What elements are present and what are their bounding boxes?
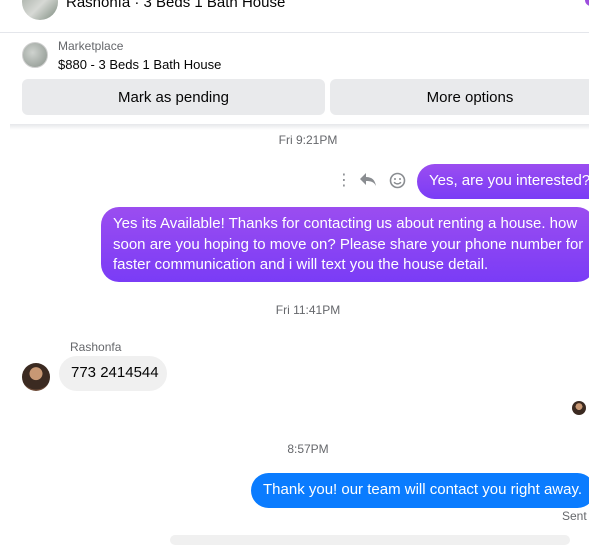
- incoming-message[interactable]: 773 2414544: [59, 356, 167, 391]
- message-status: Sent: [562, 509, 587, 523]
- read-receipt-avatar: [572, 401, 586, 415]
- mark-as-pending-button[interactable]: Mark as pending: [22, 79, 325, 115]
- more-options-button[interactable]: More options: [330, 79, 589, 115]
- listing-title[interactable]: $880 - 3 Beds 1 Bath House: [58, 57, 221, 72]
- sender-avatar[interactable]: [22, 363, 50, 391]
- timestamp: Fri 9:21PM: [278, 133, 338, 147]
- outgoing-message[interactable]: Yes, are you interested?: [417, 164, 589, 199]
- timestamp: Fri 11:41PM: [275, 303, 341, 317]
- outgoing-message[interactable]: Yes its Available! Thanks for contacting…: [101, 207, 589, 282]
- marketplace-label: Marketplace: [58, 39, 124, 53]
- more-vertical-icon[interactable]: ⋮: [336, 170, 352, 190]
- listing-thumbnail[interactable]: [22, 42, 48, 68]
- composer-preview: [170, 535, 570, 545]
- sender-name: Rashonfa: [70, 340, 122, 354]
- conversation-title[interactable]: Rashonfa · 3 Beds 1 Bath House: [66, 0, 285, 11]
- outgoing-message[interactable]: Thank you! our team will contact you rig…: [251, 473, 589, 508]
- card-divider: [10, 124, 589, 130]
- timestamp: 8:57PM: [287, 442, 329, 456]
- reply-icon[interactable]: [358, 170, 378, 193]
- emoji-icon[interactable]: [389, 172, 406, 194]
